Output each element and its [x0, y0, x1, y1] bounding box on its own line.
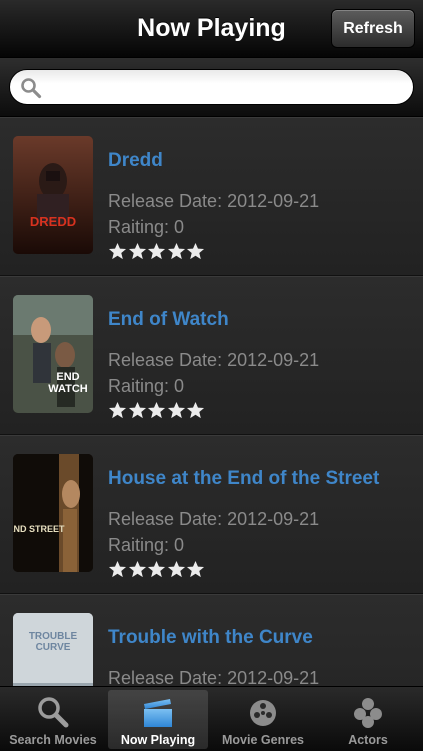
movie-title[interactable]: Trouble with the Curve	[108, 627, 313, 649]
poster-art	[13, 136, 93, 254]
search-field[interactable]	[9, 69, 414, 106]
movie-row-house-at-the-end-of-the-street[interactable]: END STREET House at the End of the Stree…	[0, 435, 423, 594]
star-icon	[167, 560, 185, 578]
release-date: Release Date: 2012-09-21	[108, 509, 320, 529]
search-bar	[0, 58, 423, 117]
star-icon	[128, 560, 146, 578]
movie-row-trouble-with-the-curve[interactable]: TROUBLE CURVE Trouble with the Curve Rel…	[0, 594, 423, 686]
tab-actors[interactable]: Actors	[318, 690, 418, 749]
tab-label: Search Movies	[9, 733, 97, 747]
movie-title[interactable]: Dredd	[108, 150, 163, 172]
tab-label: Movie Genres	[222, 733, 304, 747]
poster-caption: DREDD	[29, 214, 77, 229]
people-icon	[354, 698, 382, 728]
poster-caption: TROUBLE CURVE	[28, 631, 78, 653]
star-icon	[128, 401, 146, 419]
star-icon	[108, 560, 127, 578]
movie-poster: TROUBLE CURVE	[13, 613, 93, 686]
star-icon	[186, 401, 205, 419]
tab-label: Actors	[348, 733, 388, 747]
tab-movie-genres[interactable]: Movie Genres	[213, 690, 313, 749]
movie-title[interactable]: House at the End of the Street	[108, 468, 379, 490]
tab-label: Now Playing	[120, 733, 196, 747]
rating-text: Raiting: 0	[108, 217, 185, 237]
star-icon	[147, 560, 166, 578]
release-date: Release Date: 2012-09-21	[108, 191, 320, 211]
tab-now-playing[interactable]: Now Playing	[108, 690, 208, 749]
magnifier-icon	[38, 697, 69, 728]
movie-poster: END WATCH	[13, 295, 93, 413]
star-icon	[186, 560, 205, 578]
star-icon	[186, 242, 205, 260]
star-rating	[108, 242, 206, 262]
poster-caption: END WATCH	[48, 371, 88, 395]
star-rating	[108, 401, 206, 421]
refresh-button[interactable]: Refresh	[331, 9, 415, 48]
clapperboard-icon	[144, 699, 172, 727]
star-icon	[167, 242, 185, 260]
tab-bar: Search Movies Now Playing Movie Genres A…	[0, 686, 423, 751]
movie-row-end-of-watch[interactable]: END WATCH End of Watch Release Date: 201…	[0, 276, 423, 435]
star-icon	[147, 242, 166, 260]
star-icon	[108, 242, 127, 260]
tab-search-movies[interactable]: Search Movies	[3, 690, 103, 749]
movie-title[interactable]: End of Watch	[108, 309, 229, 331]
search-input[interactable]	[50, 70, 404, 106]
movie-row-dredd[interactable]: DREDD Dredd Release Date: 2012-09-21 Rai…	[0, 117, 423, 276]
release-date: Release Date: 2012-09-21	[108, 350, 320, 370]
movie-poster: DREDD	[13, 136, 93, 254]
film-reel-icon	[250, 700, 276, 726]
star-icon	[147, 401, 166, 419]
movie-list: DREDD Dredd Release Date: 2012-09-21 Rai…	[0, 117, 423, 686]
star-icon	[167, 401, 185, 419]
poster-art	[13, 295, 93, 413]
star-icon	[108, 401, 127, 419]
navigation-bar: Now Playing Refresh	[0, 0, 423, 58]
rating-text: Raiting: 0	[108, 535, 185, 555]
movie-poster: END STREET	[13, 454, 93, 572]
star-icon	[128, 242, 146, 260]
rating-text: Raiting: 0	[108, 376, 185, 396]
poster-caption: END STREET	[13, 524, 65, 534]
star-rating	[108, 560, 206, 580]
poster-art	[13, 454, 93, 572]
search-icon	[21, 78, 42, 99]
release-date: Release Date: 2012-09-21	[108, 668, 320, 686]
